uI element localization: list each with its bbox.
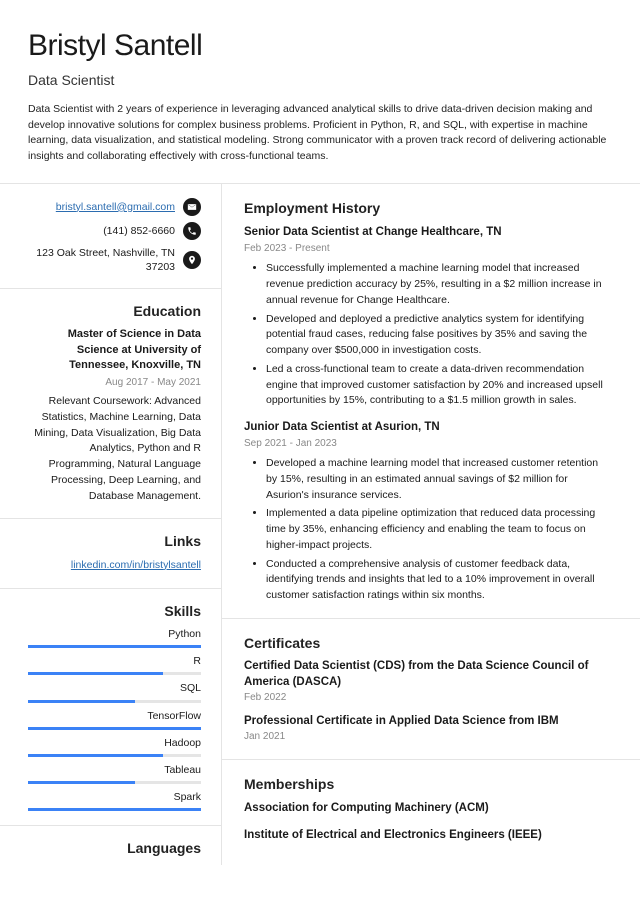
skill-item: R — [28, 654, 201, 675]
skills-section: Skills Python R SQL TensorFlow Hadoop Tableau… — [0, 588, 221, 812]
memberships-section: Memberships Association for Computing Ma… — [222, 759, 640, 844]
membership-entry: Institute of Electrical and Electronics … — [244, 827, 612, 844]
certificates-heading: Certificates — [244, 633, 612, 653]
job-bullet: Successfully implemented a machine learn… — [266, 261, 612, 308]
skill-bar — [28, 645, 201, 648]
skill-item: Spark — [28, 790, 201, 811]
skill-bar — [28, 700, 201, 703]
certificate-date: Feb 2022 — [244, 691, 612, 706]
membership-entry: Association for Computing Machinery (ACM… — [244, 800, 612, 817]
skill-item: SQL — [28, 681, 201, 702]
phone-text: (141) 852-6660 — [103, 224, 175, 238]
skill-name: Hadoop — [28, 736, 201, 751]
skill-item: Python — [28, 627, 201, 648]
certificate-title: Certified Data Scientist (CDS) from the … — [244, 659, 612, 690]
education-degree: Master of Science in Data Science at Uni… — [28, 327, 201, 373]
location-icon — [183, 251, 201, 269]
main-column: Employment History Senior Data Scientist… — [222, 184, 640, 865]
job-title: Data Scientist — [28, 70, 612, 90]
contact-phone-row: (141) 852-6660 — [28, 222, 201, 240]
links-section: Links linkedin.com/in/bristylsantell — [0, 518, 221, 573]
education-section: Education Master of Science in Data Scie… — [0, 288, 221, 504]
employment-section: Employment History Senior Data Scientist… — [222, 198, 640, 604]
certificates-section: Certificates Certified Data Scientist (C… — [222, 618, 640, 745]
job-dates: Sep 2021 - Jan 2023 — [244, 437, 612, 452]
skill-name: Spark — [28, 790, 201, 805]
skill-name: Python — [28, 627, 201, 642]
job-entry: Senior Data Scientist at Change Healthca… — [244, 224, 612, 409]
education-heading: Education — [28, 301, 201, 321]
education-body: Relevant Coursework: Advanced Statistics… — [28, 394, 201, 504]
certificate-entry: Professional Certificate in Applied Data… — [244, 714, 612, 745]
job-bullet: Led a cross-functional team to create a … — [266, 362, 612, 409]
sidebar: bristyl.santell@gmail.com (141) 852-6660… — [0, 184, 222, 865]
skill-bar — [28, 727, 201, 730]
contact-email-row: bristyl.santell@gmail.com — [28, 198, 201, 216]
email-icon — [183, 198, 201, 216]
person-name: Bristyl Santell — [28, 24, 612, 68]
education-dates: Aug 2017 - May 2021 — [28, 376, 201, 391]
skill-bar — [28, 754, 201, 757]
languages-heading: Languages — [28, 838, 201, 858]
links-heading: Links — [28, 531, 201, 551]
linkedin-link[interactable]: linkedin.com/in/bristylsantell — [71, 559, 201, 571]
address-text: 123 Oak Street, Nashville, TN 37203 — [28, 246, 175, 274]
skill-name: SQL — [28, 681, 201, 696]
email-link[interactable]: bristyl.santell@gmail.com — [56, 201, 175, 213]
contact-address-row: 123 Oak Street, Nashville, TN 37203 — [28, 246, 201, 274]
certificate-date: Jan 2021 — [244, 730, 612, 745]
skills-heading: Skills — [28, 601, 201, 621]
skill-item: TensorFlow — [28, 709, 201, 730]
summary-text: Data Scientist with 2 years of experienc… — [28, 102, 612, 165]
job-bullet: Developed and deployed a predictive anal… — [266, 312, 612, 359]
phone-icon — [183, 222, 201, 240]
certificate-entry: Certified Data Scientist (CDS) from the … — [244, 659, 612, 706]
skill-item: Hadoop — [28, 736, 201, 757]
job-bullet: Conducted a comprehensive analysis of cu… — [266, 557, 612, 604]
job-position: Junior Data Scientist at Asurion, TN — [244, 419, 612, 436]
languages-section: Languages — [0, 825, 221, 858]
job-entry: Junior Data Scientist at Asurion, TNSep … — [244, 419, 612, 604]
job-dates: Feb 2023 - Present — [244, 242, 612, 257]
skill-item: Tableau — [28, 763, 201, 784]
skill-bar — [28, 781, 201, 784]
job-bullet: Developed a machine learning model that … — [266, 456, 612, 503]
memberships-heading: Memberships — [244, 774, 612, 794]
skill-name: R — [28, 654, 201, 669]
skill-name: Tableau — [28, 763, 201, 778]
job-position: Senior Data Scientist at Change Healthca… — [244, 224, 612, 241]
skill-bar — [28, 808, 201, 811]
skill-name: TensorFlow — [28, 709, 201, 724]
skill-bar — [28, 672, 201, 675]
certificate-title: Professional Certificate in Applied Data… — [244, 714, 612, 730]
job-bullet: Implemented a data pipeline optimization… — [266, 506, 612, 553]
employment-heading: Employment History — [244, 198, 612, 218]
